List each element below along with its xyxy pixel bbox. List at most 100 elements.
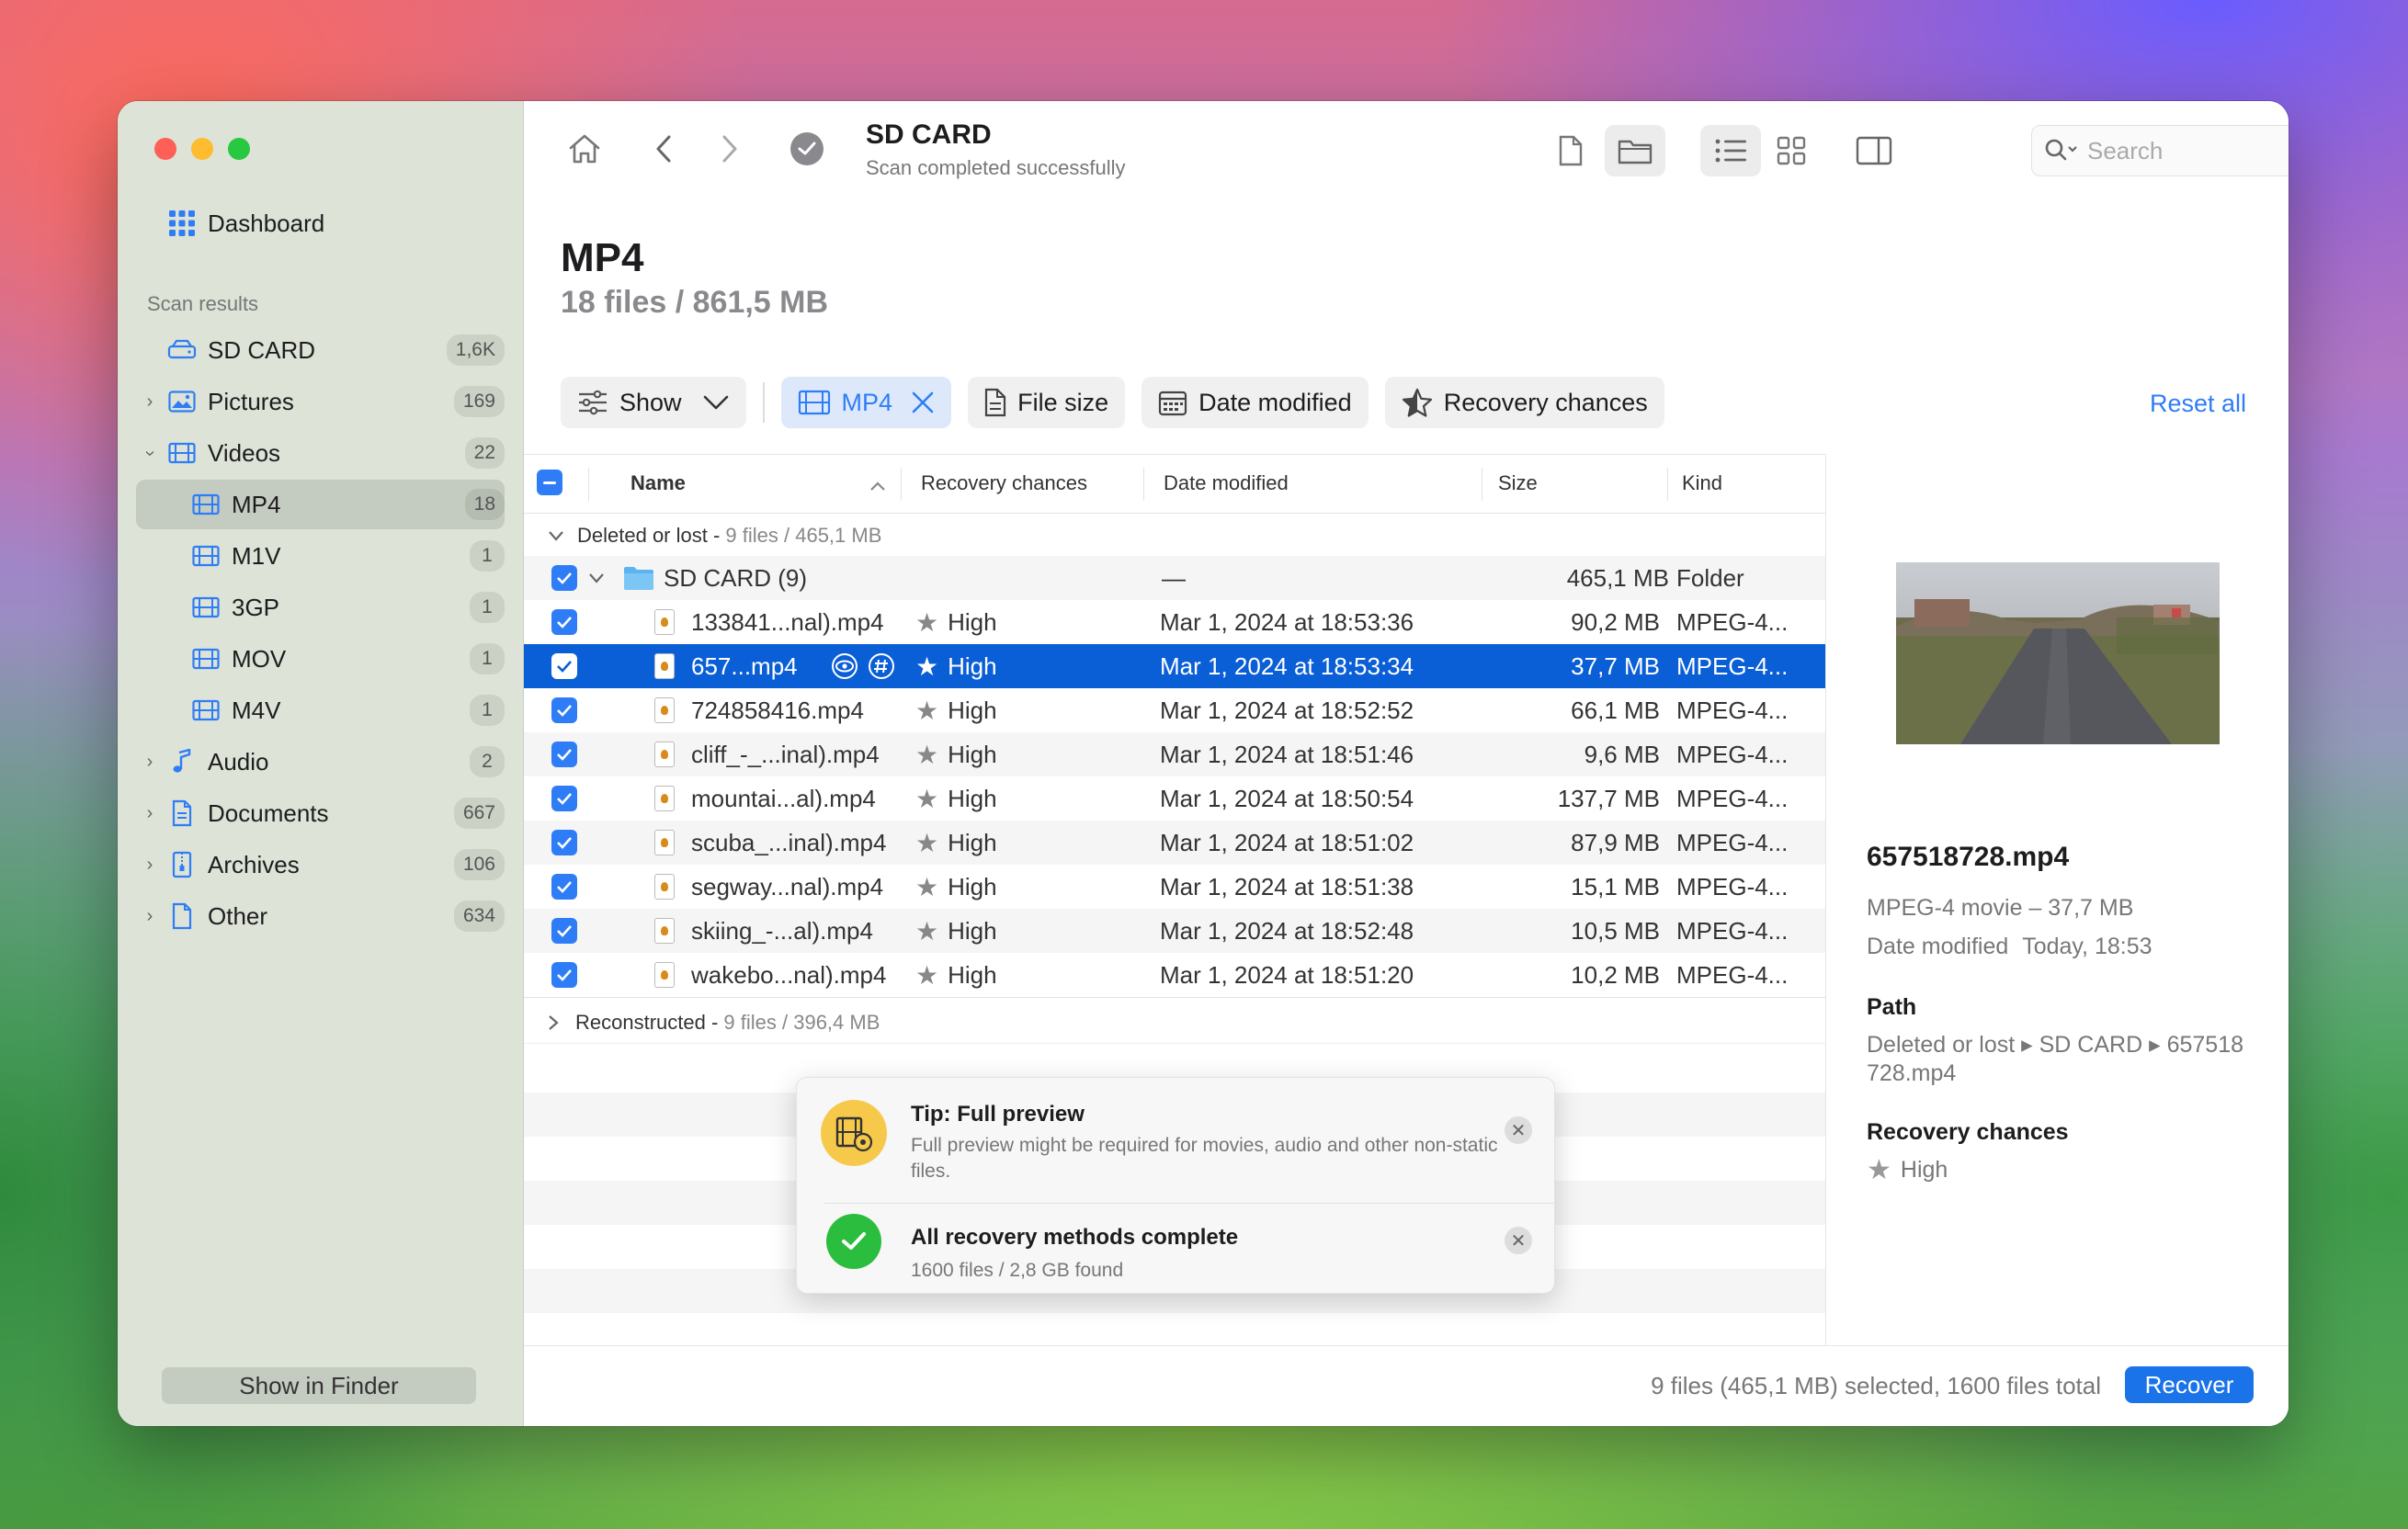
close-tip-button[interactable]: ✕ [1505,1116,1532,1144]
search-input[interactable] [2087,136,2289,165]
close-window-button[interactable] [154,138,176,160]
sidebar-item-3gp[interactable]: 3GP 1 [136,583,505,632]
recover-button[interactable]: Recover [2125,1366,2254,1403]
row-checkbox[interactable] [551,776,577,821]
document-icon [164,799,200,827]
preview-kind-size: MPEG-4 movie – 37,7 MB [1867,895,2134,921]
column-header-kind[interactable]: Kind [1682,471,1722,495]
file-kind: MPEG-4... [1676,740,1789,768]
close-done-button[interactable]: ✕ [1505,1227,1532,1254]
hash-icon[interactable] [868,644,895,688]
sidebar-item-archives[interactable]: › Archives 106 [136,840,505,889]
sidebar-item-label: Archives [208,850,300,878]
chevron-right-icon[interactable]: › [136,906,164,927]
sidebar-item-mp4[interactable]: MP4 18 [136,480,505,529]
chevron-right-icon[interactable]: › [136,752,164,773]
table-row-selected[interactable]: 657...mp4 ★ High Mar 1, 2024 at 18:53:34 … [524,644,1825,688]
sidebar-item-label: Documents [208,798,329,827]
column-header-size[interactable]: Size [1498,471,1538,495]
sidebar-item-pictures[interactable]: › Pictures 169 [136,377,505,426]
sidebar-item-label: Pictures [208,387,294,415]
file-kind: MPEG-4... [1676,960,1789,989]
table-row[interactable]: cliff_-_...inal).mp4 ★ High Mar 1, 2024 a… [524,732,1825,776]
row-checkbox[interactable] [551,556,577,600]
chevron-down-icon[interactable] [588,556,605,600]
video-file-icon [654,909,691,953]
sidebar-item-other[interactable]: › Other 634 [136,891,505,941]
zoom-window-button[interactable] [228,138,250,160]
folder-view-button[interactable] [1605,125,1665,176]
eye-icon[interactable] [831,644,858,688]
count-badge: 18 [464,489,505,520]
group-reconstructed[interactable]: Reconstructed - 9 files / 396,4 MB [524,1002,1825,1043]
chevron-right-icon[interactable]: › [136,855,164,876]
star-icon: ★ [915,872,939,901]
column-header-date[interactable]: Date modified [1164,471,1289,495]
table-row[interactable]: skiing_-...al).mp4 ★ High Mar 1, 2024 at … [524,909,1825,953]
file-view-button[interactable] [1540,125,1601,176]
table-row[interactable]: 724858416.mp4 ★ High Mar 1, 2024 at 18:52… [524,688,1825,732]
file-size: 37,7 MB [1571,651,1660,680]
recovery-value: High [948,696,997,724]
sidebar-item-sd-card[interactable]: SD CARD 1,6K [136,325,505,375]
minimize-window-button[interactable] [191,138,213,160]
row-checkbox[interactable] [551,953,577,997]
row-checkbox[interactable] [551,644,577,688]
forward-icon[interactable] [711,129,748,169]
sidebar-item-videos[interactable]: › Videos 22 [136,428,505,478]
column-header-name[interactable]: Name [630,471,686,495]
row-checkbox[interactable] [551,600,577,644]
table-row[interactable]: mountai...al).mp4 ★ High Mar 1, 2024 at 1… [524,776,1825,821]
home-icon[interactable] [564,129,605,169]
column-header-recovery[interactable]: Recovery chances [921,471,1087,495]
row-checkbox[interactable] [551,865,577,909]
back-icon[interactable] [645,129,682,169]
row-checkbox[interactable] [551,732,577,776]
reset-all-link[interactable]: Reset all [2150,390,2246,418]
chevron-right-icon[interactable]: › [136,391,164,413]
table-row[interactable]: scuba_...inal).mp4 ★ High Mar 1, 2024 at … [524,821,1825,865]
table-row[interactable]: segway...nal).mp4 ★ High Mar 1, 2024 at 1… [524,865,1825,909]
scan-results-heading: Scan results [147,292,259,315]
sidebar-item-documents[interactable]: › Documents 667 [136,788,505,838]
sidebar-item-m1v[interactable]: M1V 1 [136,531,505,581]
select-all-checkbox[interactable] [537,470,562,495]
mp4-filter-chip[interactable]: MP4 [780,377,952,428]
date-modified-filter-button[interactable]: Date modified [1142,377,1369,428]
column-separator [901,468,902,501]
file-size-filter-button[interactable]: File size [968,377,1126,428]
row-checkbox[interactable] [551,821,577,865]
search-field[interactable] [2031,125,2289,176]
row-checkbox[interactable] [551,909,577,953]
show-in-finder-button[interactable]: Show in Finder [162,1367,476,1404]
list-view-button[interactable] [1700,125,1761,176]
table-row[interactable]: wakebo...nal).mp4 ★ High Mar 1, 2024 at 1… [524,953,1825,997]
recovery-chances-filter-button[interactable]: Recovery chances [1384,377,1664,428]
preview-date-value: Today, 18:53 [2022,934,2152,959]
table-row[interactable]: 133841...nal).mp4 ★ High Mar 1, 2024 at 1… [524,600,1825,644]
sidebar-item-dashboard[interactable]: Dashboard [136,198,505,248]
group-deleted-or-lost[interactable]: Deleted or lost - 9 files / 465,1 MB [524,515,1825,556]
film-icon [187,493,224,515]
file-kind: MPEG-4... [1676,916,1789,945]
sidebar-item-label: Dashboard [208,209,325,237]
close-icon[interactable] [911,391,935,414]
sidebar-item-m4v[interactable]: M4V 1 [136,685,505,735]
chevron-down-icon[interactable]: › [140,439,161,467]
chevron-right-icon[interactable]: › [136,803,164,824]
table-row-folder[interactable]: SD CARD (9) — 465,1 MB Folder [524,556,1825,600]
show-filter-button[interactable]: Show [561,377,746,428]
preview-pane-toggle[interactable] [1844,125,1904,176]
document-icon [1559,135,1583,166]
sidebar-item-mov[interactable]: MOV 1 [136,634,505,684]
calendar-icon [1159,391,1187,416]
video-thumbnail[interactable] [1896,562,2220,744]
folder-size: 465,1 MB [1566,563,1669,592]
star-icon: ★ [915,960,939,990]
notification-panel: Tip: Full preview Full preview might be … [796,1077,1555,1294]
grid-view-button[interactable] [1761,125,1822,176]
sort-ascending-icon[interactable] [869,473,886,497]
sidebar-item-audio[interactable]: › Audio 2 [136,737,505,787]
row-checkbox[interactable] [551,688,577,732]
video-file-icon [654,644,691,688]
